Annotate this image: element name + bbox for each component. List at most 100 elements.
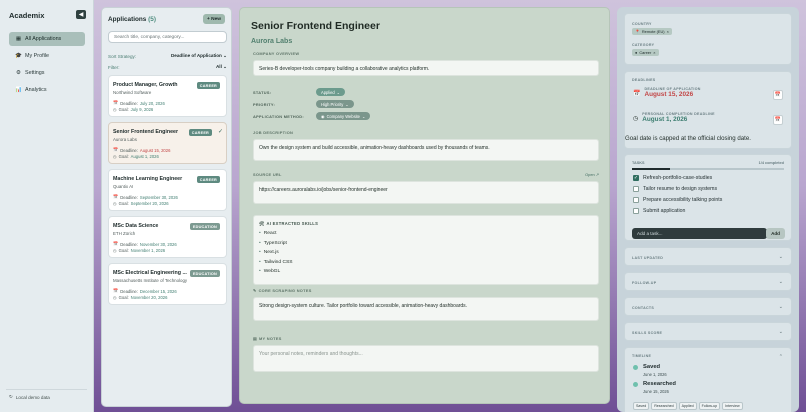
goal-date: August 1, 2026 (642, 116, 688, 123)
checkbox-icon[interactable] (633, 197, 639, 203)
checkbox-icon[interactable] (633, 208, 639, 214)
applications-panel: Applications (5) + New Search title, com… (101, 7, 232, 407)
search-input[interactable]: Search title, company, category... (108, 31, 227, 43)
add-task-button[interactable]: Add (766, 228, 785, 239)
collapse-sidebar-button[interactable]: ◀ (76, 10, 86, 19)
sort-select[interactable]: Deadline of Application ⌄ (171, 53, 227, 59)
goal-value: July 9, 2026 (130, 107, 154, 112)
goal-label: Goal: (118, 201, 129, 206)
card-goal: ◷ Goal: September 20, 2026 (113, 201, 169, 206)
card-deadline: 📅 Deadline: November 30, 2026 (113, 241, 177, 247)
country-tag[interactable]: 📍 Remote (EU) × (632, 28, 672, 35)
task-item[interactable]: Prepare accessibility talking points (633, 197, 722, 203)
chevron-up-icon[interactable]: ⌃ (779, 354, 783, 360)
goal-label: Goal: (118, 295, 129, 300)
chevron-down-icon: ⌄ (361, 113, 366, 119)
card-company: Aurora Labs (113, 137, 137, 142)
section-last-updated[interactable]: LAST UPDATED ⌄ (624, 247, 792, 266)
timeline-tag[interactable]: Applied (678, 402, 697, 410)
goal-calendar-button[interactable]: 📅 (773, 115, 783, 125)
clock-icon: ◷ (113, 154, 117, 159)
open-source-link[interactable]: Open ↗ (585, 172, 599, 177)
timeline-tag[interactable]: Saved (633, 402, 650, 410)
tasks-count: 1/4 completed (758, 161, 784, 165)
tasks-card: TASKS 1/4 completed ✓ Refresh-portfolio-c… (624, 154, 792, 241)
card-goal: ◷ Goal: August 1, 2026 (113, 154, 159, 159)
sort-row: Sort Strategy: Deadline of Application ⌄ (108, 53, 227, 59)
chevron-down-icon: ⌄ (336, 89, 341, 95)
deadline-value: August 15, 2026 (139, 147, 171, 153)
section-skills-score[interactable]: SKILLS SCORE ⌄ (624, 322, 792, 341)
timeline-date: June 1, 2026 (643, 372, 667, 377)
task-item[interactable]: ✓ Refresh-portfolio-case-studies (633, 175, 712, 181)
scraping-notes-field[interactable]: Strong design-system culture. Tailor por… (253, 297, 599, 321)
method-select[interactable]: ◉ Company Website ⌄ (316, 112, 371, 120)
section-label: FOLLOW-UP (632, 281, 657, 285)
calendar-icon: 📅 (113, 288, 119, 293)
source-url-field[interactable]: https://careers.auroralabs.io/jobs/senio… (253, 181, 599, 204)
application-card[interactable]: MSc Electrical Engineering ... Massachus… (108, 263, 227, 305)
card-deadline: 📅 Deadline: September 30, 2026 (113, 194, 178, 200)
sidebar-item-analytics[interactable]: 📊 Analytics (9, 83, 85, 97)
calendar-icon: 📅 (633, 91, 641, 97)
filter-row: Filter: All ⌄ (108, 64, 227, 70)
page-title: Senior Frontend Engineer (251, 20, 380, 32)
filter-select[interactable]: All ⌄ (216, 64, 227, 70)
skills-title: 🛠 AI EXTRACTED SKILLS (259, 221, 593, 227)
timeline-tags: Saved Researched Applied Follow-up Inter… (633, 402, 743, 410)
category-value: Career (639, 50, 652, 55)
application-card[interactable]: MSc Data Science ETH Zürich EDUCATION 📅 D… (108, 216, 227, 258)
sort-label: Sort Strategy: (108, 53, 137, 59)
checkbox-checked-icon[interactable]: ✓ (633, 175, 639, 181)
category-tag[interactable]: ● Career × (632, 49, 659, 56)
timeline-label: TIMELINE (632, 354, 652, 358)
application-card[interactable]: Product Manager, Growth Northwind Softwa… (108, 75, 227, 117)
card-company: Northwind Software (113, 90, 152, 95)
status-label: STATUS: (253, 89, 272, 95)
applications-count: (5) (148, 16, 156, 23)
card-company: ETH Zürich (113, 231, 136, 236)
location-card: COUNTRY 📍 Remote (EU) × CATEGORY ● Career × (624, 13, 792, 65)
globe-icon: ◉ (321, 113, 325, 119)
application-card[interactable]: Senior Frontend Engineer Aurora Labs CAR… (108, 122, 227, 164)
tasks-label: TASKS (632, 161, 645, 165)
timeline-tag[interactable]: Follow-up (698, 402, 721, 410)
chevron-down-icon: ⌄ (778, 304, 783, 310)
timeline-tag[interactable]: Researched (651, 402, 677, 410)
card-deadline: 📅 Deadline: August 15, 2026 (113, 147, 170, 153)
new-application-button[interactable]: + New (203, 14, 225, 24)
timeline-item: Researched June 15, 2026 (633, 381, 676, 394)
method-value: Company Website (326, 113, 360, 119)
timeline-dot-icon (633, 365, 638, 370)
section-contacts[interactable]: CONTACTS ⌄ (624, 297, 792, 316)
overview-field[interactable]: Series-B developer-tools company buildin… (253, 60, 599, 76)
job-description-field[interactable]: Own the design system and build accessib… (253, 139, 599, 161)
checkbox-icon[interactable] (633, 186, 639, 192)
priority-label: PRIORITY: (253, 101, 276, 107)
add-task-input[interactable]: Add a task... (632, 228, 767, 239)
clock-icon: ◷ (633, 116, 639, 122)
section-follow-up[interactable]: FOLLOW-UP ⌄ (624, 272, 792, 291)
status-select[interactable]: Applied ⌄ (316, 88, 346, 96)
deadline-label: Deadline: (120, 241, 138, 247)
deadline-calendar-button[interactable]: 📅 (773, 90, 783, 100)
my-notes-field[interactable]: Your personal notes, reminders and thoug… (253, 345, 599, 372)
sidebar-item-all-applications[interactable]: ▦ All Applications (9, 32, 85, 46)
priority-select[interactable]: High Priority ⌄ (316, 100, 354, 108)
dot-icon: ● (635, 50, 638, 55)
applications-title-text: Applications (108, 16, 147, 23)
deadlines-label: DEADLINES (632, 78, 656, 82)
filter-value: All (215, 64, 222, 69)
goal-note: Goal date is capped at the official clos… (625, 135, 751, 142)
method-label: APPLICATION METHOD: (253, 113, 305, 119)
card-title: Senior Frontend Engineer (113, 129, 179, 135)
card-goal: ◷ Goal: November 20, 2026 (113, 295, 167, 300)
timeline-tag[interactable]: Interview (722, 402, 743, 410)
chevron-left-icon: ◀ (78, 12, 84, 18)
tasks-progress-fill (632, 168, 670, 170)
sidebar-item-my-profile[interactable]: 🎓 My Profile (9, 49, 85, 63)
application-card[interactable]: Machine Learning Engineer Quantix AI CAR… (108, 169, 227, 211)
task-item[interactable]: Submit application (633, 208, 685, 214)
sidebar-item-settings[interactable]: ⚙ Settings (9, 66, 85, 80)
task-item[interactable]: Tailor resume to design systems (633, 186, 717, 192)
